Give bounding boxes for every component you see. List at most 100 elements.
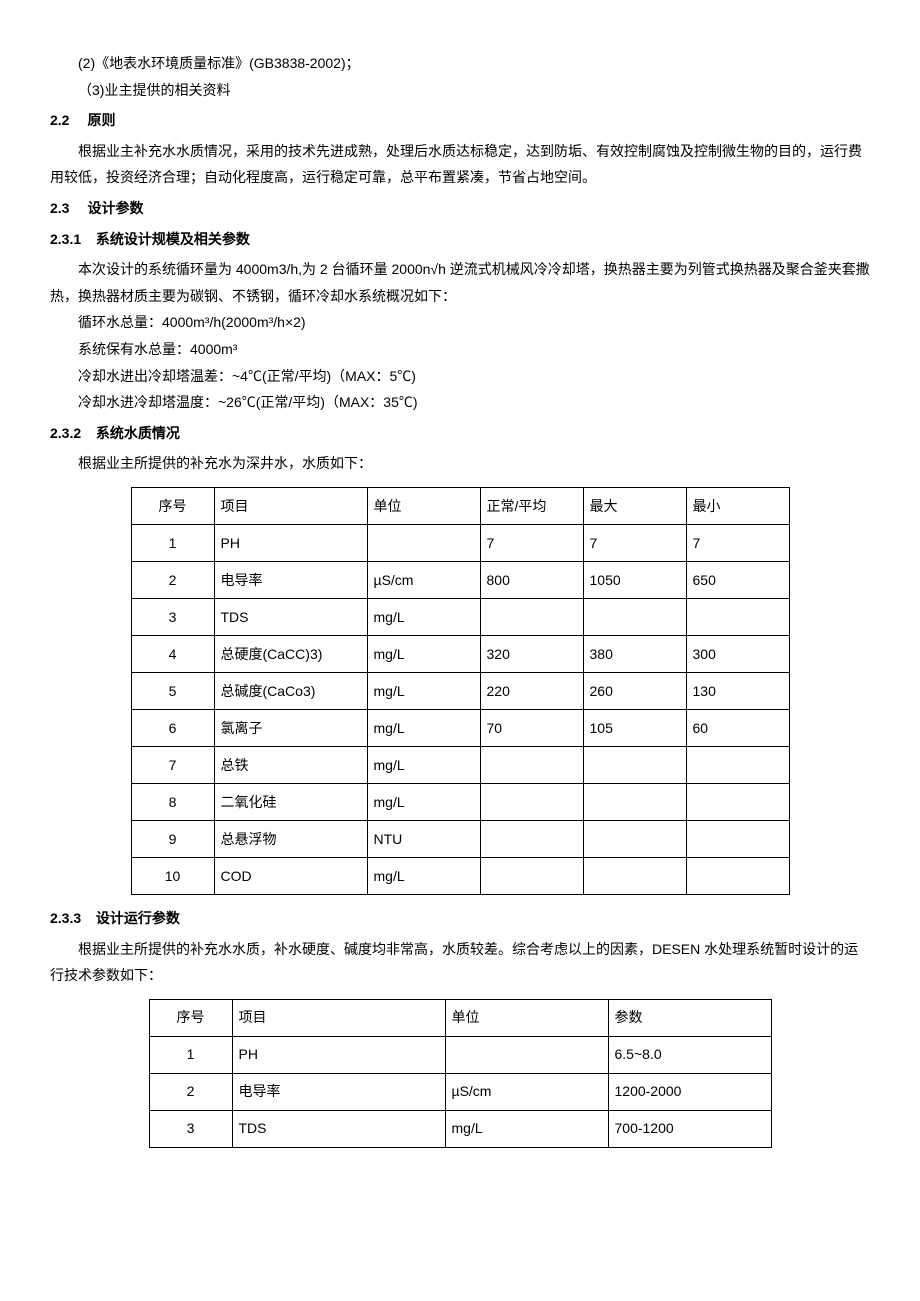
- heading-title: 系统设计规模及相关参数: [96, 231, 250, 247]
- th-seq: 序号: [149, 999, 232, 1036]
- table-row: 3TDSmg/L: [131, 598, 789, 635]
- para-2-3-1-e: 冷却水进冷却塔温度：~26℃(正常/平均)（MAX：35℃): [50, 389, 870, 416]
- para-2-2: 根据业主补充水水质情况，采用的技术先进成熟，处理后水质达标稳定，达到防垢、有效控…: [50, 138, 870, 191]
- cell-avg: 220: [480, 672, 583, 709]
- cell-avg: 320: [480, 635, 583, 672]
- th-item: 项目: [232, 999, 445, 1036]
- cell-seq: 3: [149, 1110, 232, 1147]
- cell-item: 总硬度(CaCC)3): [214, 635, 367, 672]
- cell-param: 700-1200: [608, 1110, 771, 1147]
- cell-item: 二氧化硅: [214, 783, 367, 820]
- cell-item: TDS: [214, 598, 367, 635]
- table-row: 4总硬度(CaCC)3)mg/L320380300: [131, 635, 789, 672]
- table-row: 3TDSmg/L700-1200: [149, 1110, 771, 1147]
- cell-item: 氯离子: [214, 709, 367, 746]
- cell-max: 7: [583, 524, 686, 561]
- cell-seq: 10: [131, 857, 214, 894]
- heading-num: 2.2: [50, 107, 84, 134]
- intro-line-2: （3)业主提供的相关资料: [50, 77, 870, 104]
- cell-unit: µS/cm: [445, 1073, 608, 1110]
- cell-max: [583, 857, 686, 894]
- table-row: 8二氧化硅mg/L: [131, 783, 789, 820]
- table-header-row: 序号 项目 单位 参数: [149, 999, 771, 1036]
- water-quality-table: 序号 项目 单位 正常/平均 最大 最小 1PH7772电导率µS/cm8001…: [131, 487, 790, 895]
- cell-seq: 8: [131, 783, 214, 820]
- cell-unit: mg/L: [367, 857, 480, 894]
- heading-title: 系统水质情况: [96, 425, 180, 441]
- cell-min: 130: [686, 672, 789, 709]
- cell-min: 300: [686, 635, 789, 672]
- table-row: 6氯离子mg/L7010560: [131, 709, 789, 746]
- cell-item: PH: [214, 524, 367, 561]
- cell-avg: [480, 783, 583, 820]
- table-row: 10CODmg/L: [131, 857, 789, 894]
- table-row: 2电导率µS/cm1200-2000: [149, 1073, 771, 1110]
- para-2-3-1-b: 循环水总量：4000m³/h(2000m³/h×2): [50, 309, 870, 336]
- cell-unit: [367, 524, 480, 561]
- th-unit: 单位: [367, 487, 480, 524]
- cell-min: [686, 857, 789, 894]
- cell-min: [686, 746, 789, 783]
- cell-min: [686, 783, 789, 820]
- cell-avg: [480, 746, 583, 783]
- cell-item: 总铁: [214, 746, 367, 783]
- heading-title: 设计运行参数: [96, 910, 180, 926]
- cell-min: 7: [686, 524, 789, 561]
- cell-seq: 6: [131, 709, 214, 746]
- cell-max: [583, 783, 686, 820]
- cell-max: 105: [583, 709, 686, 746]
- para-2-3-2: 根据业主所提供的补充水为深井水，水质如下：: [50, 450, 870, 477]
- heading-2-3-3: 2.3.3 设计运行参数: [50, 905, 870, 932]
- cell-item: 电导率: [232, 1073, 445, 1110]
- cell-seq: 1: [149, 1036, 232, 1073]
- th-max: 最大: [583, 487, 686, 524]
- cell-min: 650: [686, 561, 789, 598]
- cell-unit: [445, 1036, 608, 1073]
- cell-avg: [480, 598, 583, 635]
- cell-min: [686, 598, 789, 635]
- cell-avg: 800: [480, 561, 583, 598]
- cell-seq: 2: [149, 1073, 232, 1110]
- cell-max: [583, 746, 686, 783]
- para-2-3-1-d: 冷却水进出冷却塔温差：~4℃(正常/平均)（MAX：5℃): [50, 363, 870, 390]
- cell-seq: 2: [131, 561, 214, 598]
- cell-min: [686, 820, 789, 857]
- cell-max: [583, 598, 686, 635]
- cell-unit: NTU: [367, 820, 480, 857]
- cell-unit: mg/L: [367, 672, 480, 709]
- cell-item: 总碱度(CaCo3): [214, 672, 367, 709]
- heading-2-2: 2.2 原则: [50, 107, 870, 134]
- heading-num: 2.3.3: [50, 905, 92, 932]
- cell-max: 1050: [583, 561, 686, 598]
- cell-avg: 70: [480, 709, 583, 746]
- heading-2-3-1: 2.3.1 系统设计规模及相关参数: [50, 226, 870, 253]
- cell-item: 电导率: [214, 561, 367, 598]
- cell-max: 260: [583, 672, 686, 709]
- cell-item: TDS: [232, 1110, 445, 1147]
- th-unit: 单位: [445, 999, 608, 1036]
- heading-2-3: 2.3 设计参数: [50, 195, 870, 222]
- cell-item: COD: [214, 857, 367, 894]
- cell-seq: 5: [131, 672, 214, 709]
- th-param: 参数: [608, 999, 771, 1036]
- table-header-row: 序号 项目 单位 正常/平均 最大 最小: [131, 487, 789, 524]
- table-row: 5总碱度(CaCo3)mg/L220260130: [131, 672, 789, 709]
- th-min: 最小: [686, 487, 789, 524]
- intro-line-1: (2)《地表水环境质量标准》(GB3838-2002)；: [50, 50, 870, 77]
- cell-max: 380: [583, 635, 686, 672]
- heading-title: 原则: [87, 112, 115, 128]
- cell-unit: µS/cm: [367, 561, 480, 598]
- cell-unit: mg/L: [367, 783, 480, 820]
- heading-title: 设计参数: [87, 200, 143, 216]
- cell-seq: 4: [131, 635, 214, 672]
- para-2-3-1-a: 本次设计的系统循环量为 4000m3/h,为 2 台循环量 2000n√h 逆流…: [50, 256, 870, 309]
- cell-unit: mg/L: [367, 709, 480, 746]
- table-row: 1PH6.5~8.0: [149, 1036, 771, 1073]
- cell-unit: mg/L: [367, 598, 480, 635]
- cell-item: 总悬浮物: [214, 820, 367, 857]
- cell-param: 1200-2000: [608, 1073, 771, 1110]
- table-row: 7总铁mg/L: [131, 746, 789, 783]
- cell-seq: 3: [131, 598, 214, 635]
- table-row: 9总悬浮物NTU: [131, 820, 789, 857]
- design-param-table: 序号 项目 单位 参数 1PH6.5~8.02电导率µS/cm1200-2000…: [149, 999, 772, 1148]
